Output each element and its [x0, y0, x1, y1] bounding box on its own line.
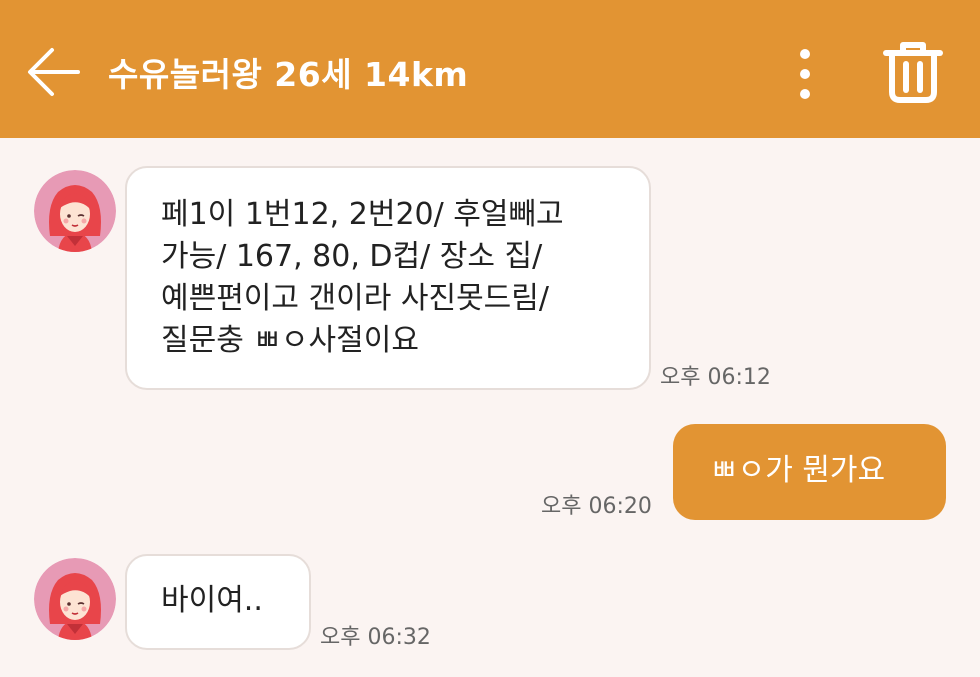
message-text-line: 페1이 1번12, 2번20/ 후얼빼고 [161, 197, 564, 232]
message-timestamp: 오후 06:12 [660, 365, 771, 390]
outgoing-message-bubble[interactable]: ㅃㅇ가 뭔가요 [673, 424, 946, 520]
message-text-line: 바이여.. [161, 583, 263, 618]
message-timestamp: 오후 06:20 [541, 494, 652, 519]
message-text-line: ㅃㅇ가 뭔가요 [710, 453, 886, 488]
avatar-woman-icon [34, 558, 116, 640]
delete-chat-button[interactable] [878, 36, 948, 106]
chat-title: 수유놀러왕 26세 14km [108, 55, 469, 94]
avatar-woman-icon [34, 170, 116, 252]
more-options-button[interactable] [785, 46, 825, 102]
incoming-message-bubble[interactable]: 페1이 1번12, 2번20/ 후얼빼고 가능/ 167, 80, D컵/ 장소… [125, 166, 651, 390]
trash-icon [883, 42, 943, 103]
incoming-message-bubble[interactable]: 바이여.. [125, 554, 311, 650]
back-button[interactable] [22, 40, 86, 104]
chat-header: 수유놀러왕 26세 14km [0, 0, 980, 138]
more-vertical-icon [800, 49, 810, 99]
message-text-line: 가능/ 167, 80, D컵/ 장소 집/ [161, 239, 543, 274]
sender-avatar[interactable] [34, 558, 116, 640]
message-text-line: 예쁜편이고 갠이라 사진못드림/ [161, 281, 549, 316]
sender-avatar[interactable] [34, 170, 116, 252]
message-timestamp: 오후 06:32 [320, 625, 431, 650]
back-arrow-icon [28, 48, 80, 96]
message-text-line: 질문충 ㅃㅇ사절이요 [161, 323, 419, 358]
